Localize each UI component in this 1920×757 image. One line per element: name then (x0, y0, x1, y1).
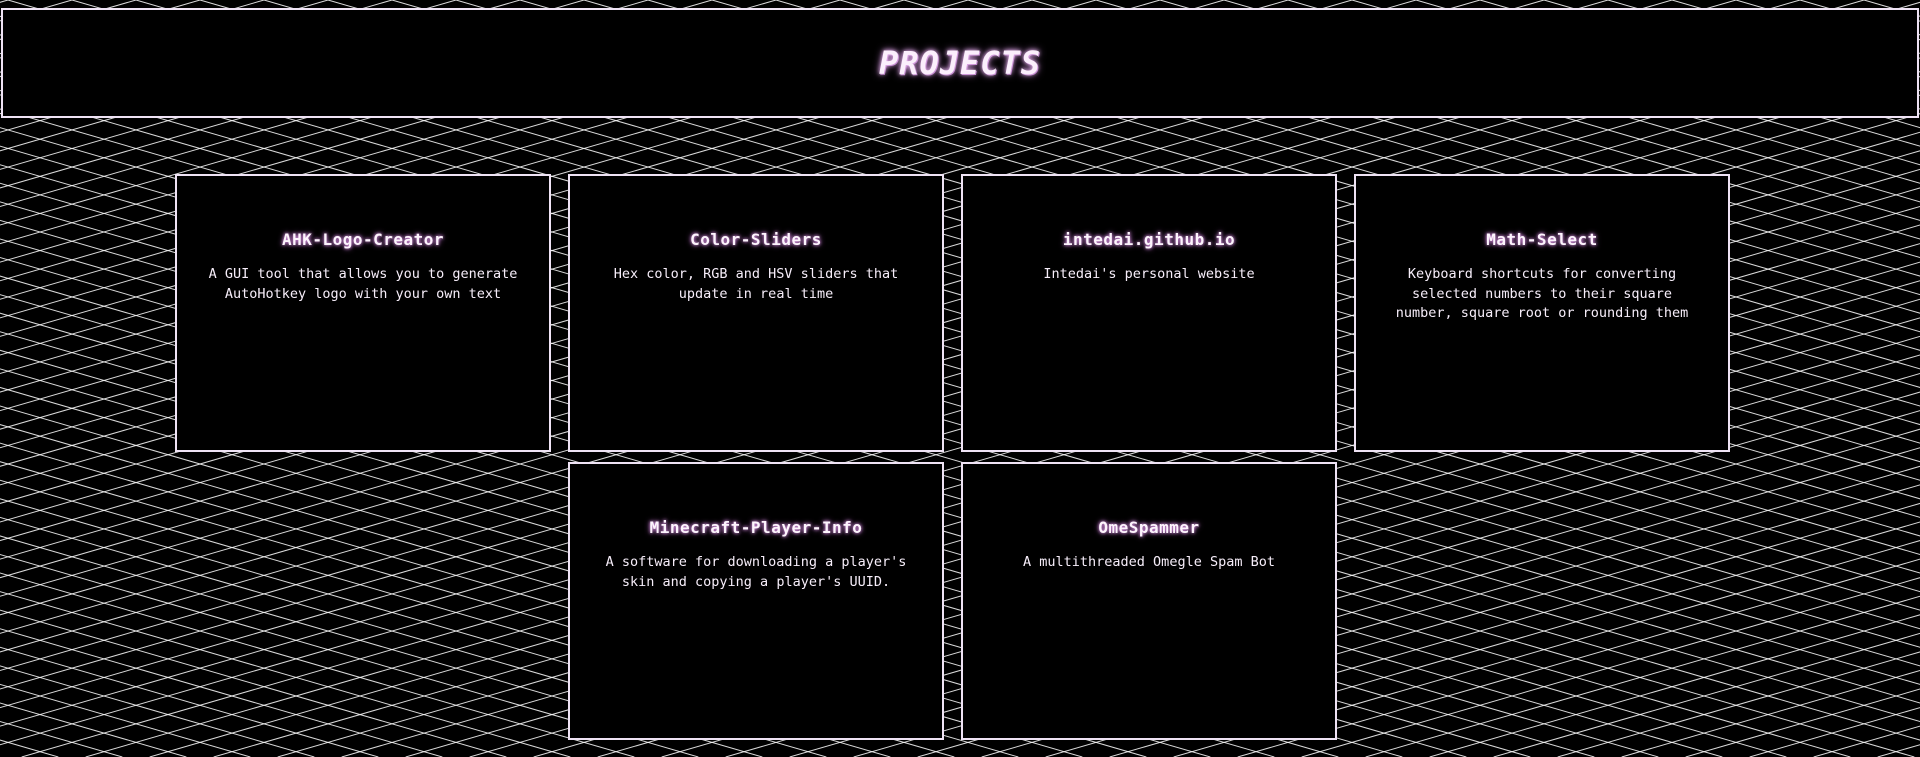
project-title[interactable]: Math-Select (1386, 230, 1698, 249)
page: PROJECTS AHK-Logo-Creator A GUI tool tha… (0, 0, 1920, 757)
project-description: Intedai's personal website (1043, 266, 1255, 282)
page-title: PROJECTS (878, 44, 1042, 82)
project-card-intedai-github-io[interactable]: intedai.github.io Intedai's personal web… (961, 174, 1337, 452)
project-description: A GUI tool that allows you to generate A… (208, 266, 518, 302)
project-title[interactable]: Color-Sliders (600, 230, 912, 249)
project-card-omespammer[interactable]: OmeSpammer A multithreaded Omegle Spam B… (961, 462, 1337, 740)
project-card-minecraft-player-info[interactable]: Minecraft-Player-Info A software for dow… (568, 462, 944, 740)
project-card-math-select[interactable]: Math-Select Keyboard shortcuts for conve… (1354, 174, 1730, 452)
project-card-color-sliders[interactable]: Color-Sliders Hex color, RGB and HSV sli… (568, 174, 944, 452)
project-title[interactable]: Minecraft-Player-Info (600, 518, 912, 537)
project-title[interactable]: OmeSpammer (993, 518, 1305, 537)
header-banner: PROJECTS (1, 8, 1919, 118)
project-description: Hex color, RGB and HSV sliders that upda… (613, 266, 899, 302)
project-card-ahk-logo-creator[interactable]: AHK-Logo-Creator A GUI tool that allows … (175, 174, 551, 452)
project-title[interactable]: AHK-Logo-Creator (207, 230, 519, 249)
project-description: Keyboard shortcuts for converting select… (1395, 266, 1689, 321)
project-description: A software for downloading a player's sk… (605, 554, 907, 590)
project-title[interactable]: intedai.github.io (993, 230, 1305, 249)
project-description: A multithreaded Omegle Spam Bot (1023, 554, 1275, 570)
